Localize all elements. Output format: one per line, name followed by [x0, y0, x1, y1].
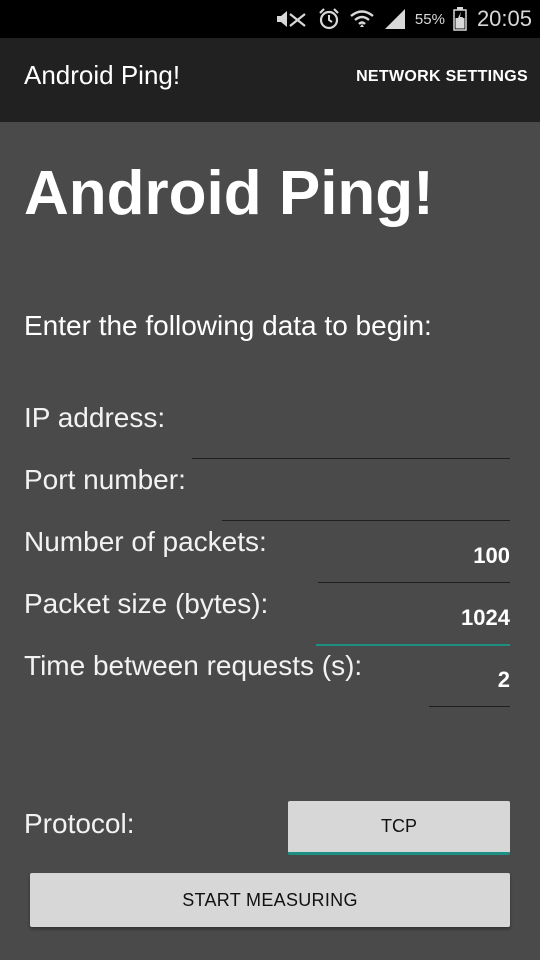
- wifi-icon: [349, 7, 375, 31]
- battery-percent: 55%: [414, 10, 445, 28]
- status-icons: 55% 20:05: [275, 0, 532, 38]
- clock: 20:05: [476, 6, 532, 31]
- time-between-requests-label: Time between requests (s):: [24, 650, 363, 681]
- protocol-selector[interactable]: TCP: [288, 801, 510, 855]
- time-between-requests-input[interactable]: 2: [429, 654, 510, 707]
- packet-size-input[interactable]: 1024: [316, 592, 510, 646]
- network-settings-button[interactable]: NETWORK SETTINGS: [356, 68, 528, 86]
- ip-address-row: IP address:: [24, 402, 510, 464]
- status-bar: 55% 20:05: [0, 0, 540, 38]
- start-measuring-button[interactable]: START MEASURING: [30, 873, 510, 927]
- number-of-packets-value: 100: [473, 543, 510, 568]
- time-between-requests-value: 2: [497, 667, 510, 692]
- mute-icon: [275, 8, 309, 30]
- packet-size-value: 1024: [461, 605, 510, 630]
- port-number-row: Port number:: [24, 464, 510, 526]
- app-title: Android Ping!: [24, 60, 181, 90]
- app-bar: Android Ping! NETWORK SETTINGS: [0, 38, 540, 122]
- port-number-input[interactable]: [222, 468, 510, 521]
- battery-icon: [453, 7, 467, 31]
- ip-address-label: IP address:: [24, 402, 166, 433]
- signal-icon: [383, 7, 407, 31]
- intro-text: Enter the following data to begin:: [24, 310, 432, 341]
- ip-address-input[interactable]: [192, 406, 510, 459]
- number-of-packets-row: Number of packets: 100: [24, 526, 510, 588]
- page-title: Android Ping!: [24, 159, 434, 228]
- port-number-label: Port number:: [24, 464, 186, 495]
- packet-size-label: Packet size (bytes):: [24, 588, 269, 619]
- time-between-requests-row: Time between requests (s): 2: [24, 650, 510, 712]
- alarm-icon: [317, 7, 341, 31]
- number-of-packets-label: Number of packets:: [24, 526, 267, 557]
- packet-size-row: Packet size (bytes): 1024: [24, 588, 510, 650]
- protocol-label: Protocol:: [24, 808, 135, 839]
- number-of-packets-input[interactable]: 100: [318, 530, 510, 583]
